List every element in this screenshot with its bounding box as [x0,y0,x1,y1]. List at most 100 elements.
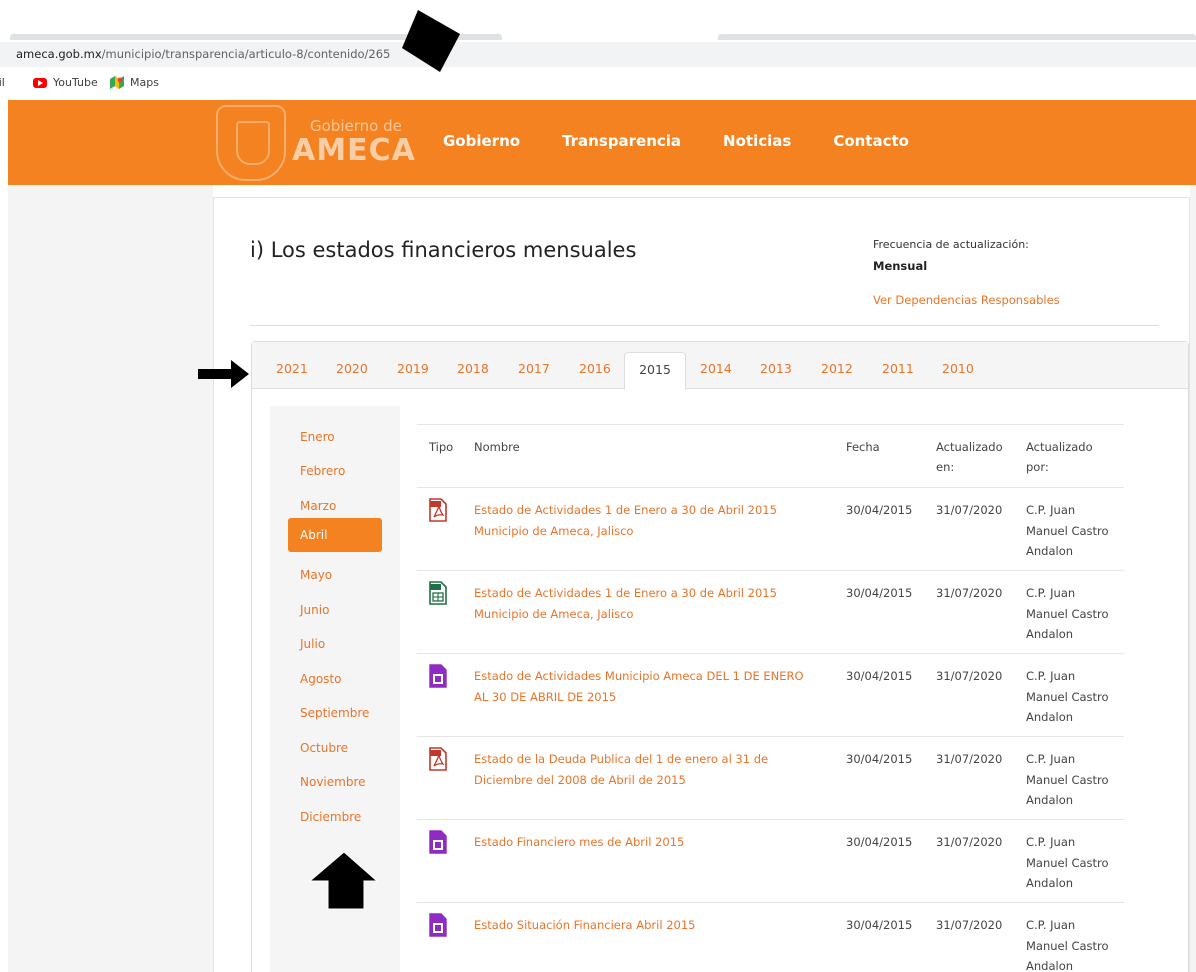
document-link[interactable]: Estado de Actividades 1 de Enero a 30 de… [474,500,814,541]
right-gutter [1190,185,1196,972]
month-enero[interactable]: Enero [286,422,380,456]
updated-at: 31/07/2020 [936,752,1003,766]
month-junio[interactable]: Junio [286,595,380,629]
annotation-arrow-right-icon [198,360,249,388]
tab-2013[interactable]: 2013 [760,361,792,376]
table-row: Estado de la Deuda Publica del 1 de ener… [417,737,1124,820]
annotation-arrow-up-icon [309,851,379,910]
page-title: i) Los estados financieros mensuales [250,238,637,262]
header-fecha: Fecha [846,440,880,454]
updated-by: C.P. Juan Manuel Castro Andalon [1026,586,1109,641]
tab-2015[interactable]: 2015 [624,352,686,390]
left-gutter [8,185,213,972]
maps-icon [110,76,124,89]
tab-2017[interactable]: 2017 [518,361,550,376]
month-abril[interactable]: Abril [288,518,382,552]
tab-2010[interactable]: 2010 [942,361,974,376]
nav-contacto[interactable]: Contacto [833,132,909,150]
document-date: 30/04/2015 [846,835,913,849]
bookmark-gmail[interactable]: ail [0,76,5,89]
updated-at: 31/07/2020 [936,586,1003,600]
tab-2016[interactable]: 2016 [579,361,611,376]
excel-file-icon[interactable] [429,581,447,605]
month-agosto[interactable]: Agosto [286,664,380,698]
header-actualizado-por: Actualizado por: [1026,440,1093,474]
bookmark-youtube[interactable]: YouTube [33,76,98,89]
document-link[interactable]: Estado Situación Financiera Abril 2015 [474,915,814,936]
logo-title: AMECA [292,133,416,168]
site-logo[interactable]: Gobierno de AMECA [216,103,416,183]
month-septiembre[interactable]: Septiembre [286,698,380,732]
main-nav: Gobierno Transparencia Noticias Contacto [443,132,951,150]
header-actualizado-en: Actualizado en: [936,440,1003,474]
bookmark-maps[interactable]: Maps [110,76,159,89]
updated-at: 31/07/2020 [936,835,1003,849]
document-link[interactable]: Estado de Actividades 1 de Enero a 30 de… [474,583,814,624]
tab-2021[interactable]: 2021 [276,361,308,376]
url-host: ameca.gob.mx [16,47,102,61]
nav-gobierno[interactable]: Gobierno [443,132,520,150]
document-date: 30/04/2015 [846,918,913,932]
document-link[interactable]: Estado Financiero mes de Abril 2015 [474,832,814,853]
bookmark-label: ail [0,76,5,89]
table-row: Estado de Actividades Municipio Ameca DE… [417,654,1124,737]
updated-by: C.P. Juan Manuel Castro Andalon [1026,835,1109,890]
month-mayo[interactable]: Mayo [286,560,380,594]
tab-2018[interactable]: 2018 [457,361,489,376]
month-noviembre[interactable]: Noviembre [286,767,380,801]
browser-tabstrip [0,0,1196,42]
updated-by: C.P. Juan Manuel Castro Andalon [1026,752,1109,807]
document-date: 30/04/2015 [846,503,913,517]
month-febrero[interactable]: Febrero [286,456,380,490]
updated-by: C.P. Juan Manuel Castro Andalon [1026,669,1109,724]
nav-noticias[interactable]: Noticias [723,132,791,150]
table-row: Estado de Actividades 1 de Enero a 30 de… [417,571,1124,654]
header-nombre: Nombre [474,440,520,454]
tab-2014[interactable]: 2014 [700,361,732,376]
month-julio[interactable]: Julio [286,629,380,663]
frequency-value: Mensual [873,259,928,273]
table-row: Estado Situación Financiera Abril 2015 3… [417,903,1124,972]
document-link[interactable]: Estado de la Deuda Publica del 1 de ener… [474,749,814,790]
dependencies-link[interactable]: Ver Dependencias Responsables [873,293,1060,307]
url-text[interactable]: ameca.gob.mx/municipio/transparencia/art… [16,47,390,61]
document-date: 30/04/2015 [846,752,913,766]
address-bar[interactable]: ameca.gob.mx/municipio/transparencia/art… [0,42,1196,67]
browser-tab[interactable] [718,34,1196,40]
bookmark-label: YouTube [53,76,98,89]
document-file-icon[interactable] [429,830,447,854]
header-tipo: Tipo [429,440,454,454]
updated-at: 31/07/2020 [936,669,1003,683]
updated-at: 31/07/2020 [936,918,1003,932]
document-link[interactable]: Estado de Actividades Municipio Ameca DE… [474,666,814,707]
frequency-label: Frecuencia de actualización: [873,238,1029,251]
document-file-icon[interactable] [429,913,447,937]
document-date: 30/04/2015 [846,669,913,683]
tab-2011[interactable]: 2011 [882,361,914,376]
document-date: 30/04/2015 [846,586,913,600]
tab-2012[interactable]: 2012 [821,361,853,376]
year-tabs: 2021 2020 2019 2018 2017 2016 2015 2014 … [252,342,1188,390]
bookmarks-bar: ail YouTube Maps [0,70,1196,96]
document-file-icon[interactable] [429,664,447,688]
divider [250,325,1159,326]
table-header: Tipo Nombre Fecha Actualizado en: Actual… [417,424,1124,488]
pdf-file-icon[interactable] [429,498,447,522]
table-row: Estado Financiero mes de Abril 2015 30/0… [417,820,1124,903]
url-path: /municipio/transparencia/articulo-8/cont… [101,47,391,61]
nav-transparencia[interactable]: Transparencia [562,132,681,150]
updated-by: C.P. Juan Manuel Castro Andalon [1026,918,1109,972]
tab-2020[interactable]: 2020 [336,361,368,376]
updated-at: 31/07/2020 [936,503,1003,517]
pdf-file-icon[interactable] [429,747,447,771]
bookmark-label: Maps [130,76,159,89]
month-octubre[interactable]: Octubre [286,733,380,767]
tab-2019[interactable]: 2019 [397,361,429,376]
annotation-arrow-icon [402,10,460,72]
youtube-icon [33,77,47,88]
month-diciembre[interactable]: Diciembre [286,802,380,836]
year-tabs-panel: 2021 2020 2019 2018 2017 2016 2015 2014 … [251,341,1189,972]
updated-by: C.P. Juan Manuel Castro Andalon [1026,503,1109,558]
table-row: Estado de Actividades 1 de Enero a 30 de… [417,488,1124,571]
site-header: Gobierno de AMECA Gobierno Transparencia… [8,100,1196,185]
